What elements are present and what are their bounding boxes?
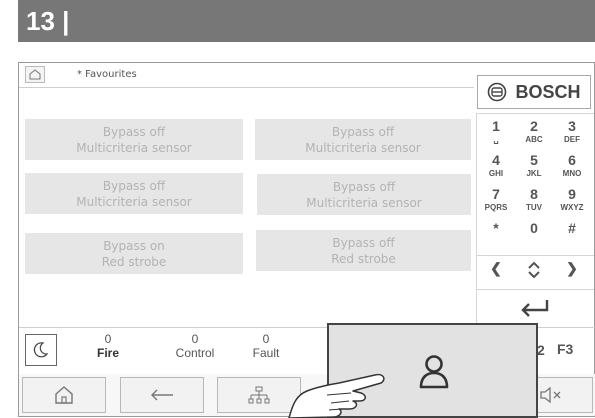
favourite-action: Bypass off bbox=[332, 235, 395, 250]
key-6[interactable]: 6 MNO bbox=[553, 152, 591, 188]
mute-icon bbox=[540, 386, 561, 404]
key-star[interactable]: * bbox=[477, 220, 515, 256]
favourite-action: Bypass on bbox=[103, 238, 165, 253]
bosch-logo-text: BOSCH bbox=[515, 81, 581, 102]
updown-icon bbox=[528, 261, 540, 279]
key-4[interactable]: 4 GHI bbox=[477, 152, 515, 188]
moon-icon bbox=[33, 342, 49, 358]
key-updown[interactable] bbox=[515, 258, 553, 294]
favourite-action: Bypass off bbox=[102, 178, 166, 193]
tab-home-button[interactable] bbox=[25, 66, 45, 83]
bosch-armature-icon bbox=[488, 82, 507, 102]
favourite-action: Bypass off bbox=[102, 124, 166, 139]
user-icon bbox=[419, 355, 449, 389]
key-7[interactable]: 7 PQRS bbox=[477, 186, 515, 222]
control-counter[interactable]: 0 Control bbox=[160, 332, 230, 360]
fault-counter[interactable]: 0 Fault bbox=[231, 332, 301, 360]
favourite-button[interactable]: Bypass off Multicriteria sensor bbox=[25, 119, 243, 160]
favourite-target: Red strobe bbox=[331, 251, 396, 266]
function-key-partial[interactable]: 2 bbox=[537, 342, 545, 358]
key-0[interactable]: 0 bbox=[515, 220, 553, 256]
page-number-bar: 13 | bbox=[18, 0, 595, 42]
favourite-button[interactable]: Bypass off Multicriteria sensor bbox=[25, 173, 243, 214]
favourite-button[interactable]: Bypass off Red strobe bbox=[256, 230, 471, 271]
key-1[interactable]: 1 ␣ bbox=[477, 118, 515, 154]
favourite-target: Multicriteria sensor bbox=[76, 194, 192, 209]
home-icon bbox=[29, 69, 41, 80]
key-8[interactable]: 8 TUV bbox=[515, 186, 553, 222]
tab-bar: * Favourites bbox=[19, 63, 474, 88]
hand-pointer-icon bbox=[288, 373, 385, 418]
favourite-target: Multicriteria sensor bbox=[305, 140, 421, 155]
favourite-button[interactable]: Bypass off Multicriteria sensor bbox=[257, 174, 471, 215]
favourite-action: Bypass off bbox=[332, 179, 396, 194]
bosch-logo: BOSCH bbox=[477, 75, 591, 109]
page-number: 13 | bbox=[26, 6, 70, 36]
enter-key[interactable] bbox=[477, 291, 593, 325]
key-5[interactable]: 5 JKL bbox=[515, 152, 553, 188]
home-button[interactable] bbox=[22, 377, 106, 413]
back-arrow-icon bbox=[151, 389, 173, 401]
favourite-target: Multicriteria sensor bbox=[76, 140, 192, 155]
key-2[interactable]: 2 ABC bbox=[515, 118, 553, 154]
favourite-action: Bypass off bbox=[331, 124, 395, 139]
tab-favourites[interactable]: * Favourites bbox=[77, 69, 137, 80]
f3-button[interactable]: F3 bbox=[557, 341, 573, 357]
fire-counter[interactable]: 0 Fire bbox=[73, 332, 143, 360]
favourite-button[interactable]: Bypass on Red strobe bbox=[25, 233, 243, 274]
key-9[interactable]: 9 WXYZ bbox=[553, 186, 591, 222]
home-icon bbox=[55, 386, 73, 404]
favourite-target: Multicriteria sensor bbox=[306, 195, 422, 210]
favourite-button[interactable]: Bypass off Multicriteria sensor bbox=[255, 119, 471, 160]
favourite-target: Red strobe bbox=[101, 254, 167, 269]
enter-icon bbox=[521, 300, 549, 317]
panel-screen: * Favourites Bypass off Multicriteria sen… bbox=[18, 62, 595, 418]
back-button[interactable] bbox=[120, 377, 204, 413]
day-night-button[interactable] bbox=[25, 334, 57, 366]
key-3[interactable]: 3 DEF bbox=[553, 118, 591, 154]
key-hash[interactable]: # bbox=[553, 220, 591, 256]
network-icon bbox=[248, 386, 270, 404]
